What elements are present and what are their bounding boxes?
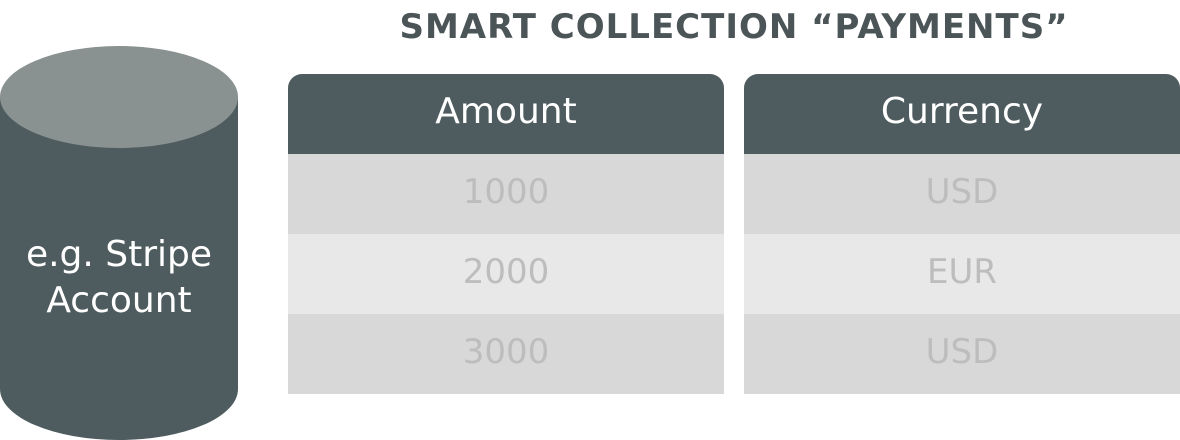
column-header-currency: Currency <box>744 74 1180 154</box>
database-cylinder: e.g. Stripe Account <box>0 0 238 440</box>
table-cell: 2000 <box>288 234 724 314</box>
collection-title: SMART COLLECTION “PAYMENTS” <box>399 7 1069 47</box>
table-cell: USD <box>744 154 1180 234</box>
table-cell: 3000 <box>288 314 724 394</box>
database-label-line2: Account <box>46 280 192 321</box>
database-label-line1: e.g. Stripe <box>25 234 213 275</box>
amount-column: Amount 1000 2000 3000 <box>288 74 724 394</box>
table-cell: USD <box>744 314 1180 394</box>
database-icon <box>0 46 238 440</box>
table-cell: 1000 <box>288 154 724 234</box>
column-header-amount: Amount <box>288 74 724 154</box>
database-label: e.g. Stripe Account <box>0 232 238 324</box>
currency-column: Currency USD EUR USD <box>744 74 1180 394</box>
table-cell: EUR <box>744 234 1180 314</box>
